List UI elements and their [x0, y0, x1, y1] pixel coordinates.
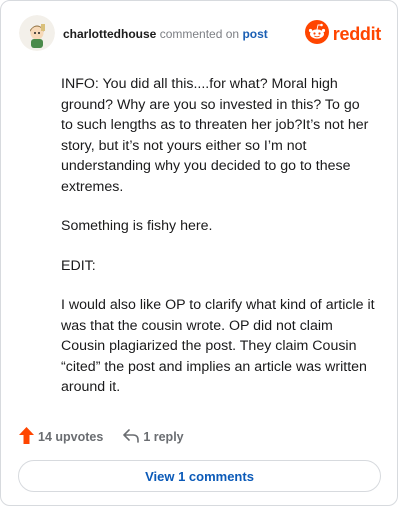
action-text: commented on [159, 27, 240, 41]
comment-paragraph: EDIT: [61, 257, 96, 274]
comment-paragraph: Something is fishy here. [61, 218, 213, 234]
comment-body: INFO: You did all this....for what? Mora… [61, 74, 375, 417]
comment-header: charlottedhouse commented on post reddit [19, 15, 381, 55]
view-comments-button[interactable]: View 1 comments [18, 460, 381, 492]
comment-meta: charlottedhouse commented on post [63, 27, 268, 41]
reply-count: 1 reply [143, 430, 184, 444]
username-link[interactable]: charlottedhouse [63, 27, 156, 41]
reddit-wordmark: reddit [332, 23, 382, 44]
comment-paragraph: INFO: You did all this....for what? Mora… [61, 76, 369, 195]
comment-actions: 14 upvotes 1 reply [19, 427, 184, 447]
upvote-button[interactable]: 14 upvotes [19, 427, 103, 447]
reddit-logo[interactable]: reddit [304, 19, 382, 49]
comment-card: charlottedhouse commented on post reddit [0, 0, 398, 506]
comment-paragraph: I would also like OP to clarify what kin… [61, 297, 375, 395]
upvote-arrow-icon [19, 427, 34, 447]
reply-arrow-icon [123, 428, 140, 446]
upvote-count: 14 upvotes [38, 430, 104, 444]
reply-button[interactable]: 1 reply [123, 428, 184, 446]
post-link[interactable]: post [242, 27, 267, 41]
reddit-snoo-icon [304, 19, 329, 49]
avatar[interactable] [19, 15, 55, 51]
